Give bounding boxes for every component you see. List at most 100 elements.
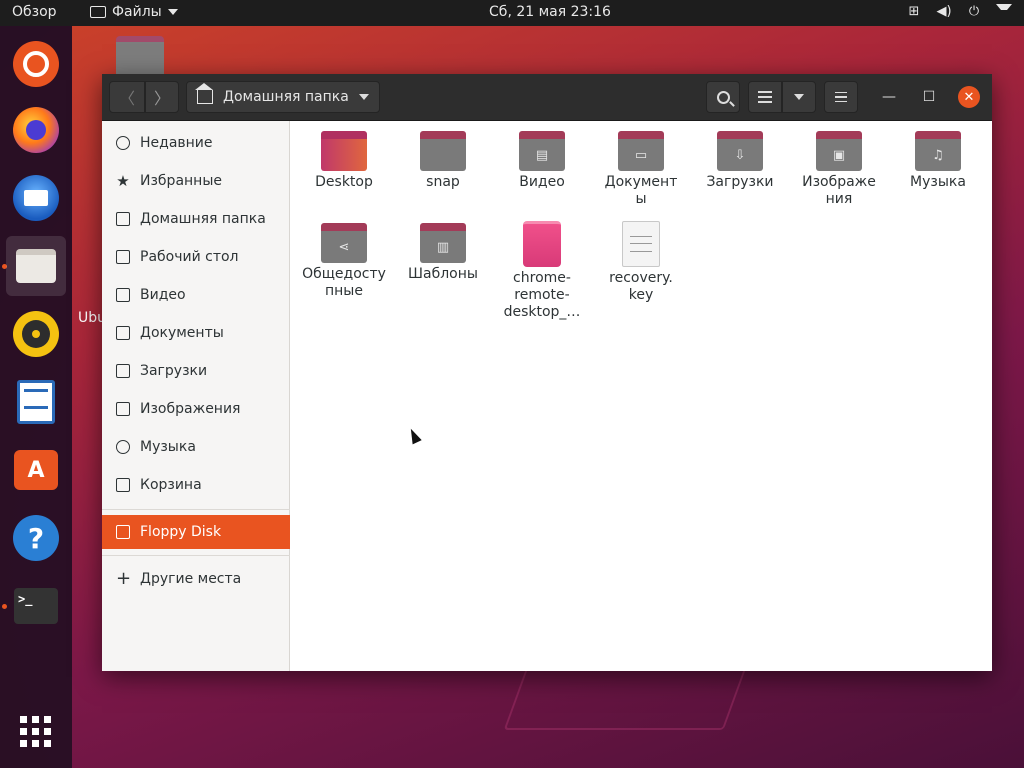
sidebar-item-label: Документы — [140, 325, 224, 341]
search-button[interactable] — [706, 81, 740, 113]
floppy-icon — [116, 525, 130, 539]
sidebar-item-videos[interactable]: Видео — [102, 278, 290, 312]
trash-icon — [116, 478, 130, 492]
ubuntu-icon — [13, 41, 59, 87]
file-label: Видео — [519, 174, 565, 190]
file-item-pictures[interactable]: ▣ Изображе ния — [791, 123, 887, 208]
power-icon[interactable]: ⏻ — [966, 4, 982, 20]
back-button[interactable]: 〈 — [109, 81, 145, 113]
dock-item-thunderbird[interactable] — [6, 168, 66, 228]
file-item-snap[interactable]: snap — [395, 123, 491, 191]
minimize-button[interactable]: — — [879, 87, 899, 107]
files-window: 〈 〉 Домашняя папка — ☐ ✕ Недавние ★ Избр… — [102, 74, 992, 671]
file-label: recovery. — [609, 270, 673, 286]
firefox-icon — [13, 107, 59, 153]
dock-item-terminal[interactable]: >_ — [6, 576, 66, 636]
text-file-icon — [622, 221, 660, 267]
network-icon[interactable]: ⊞ — [906, 4, 922, 20]
sidebar-item-label: Корзина — [140, 477, 202, 493]
file-label: desktop_… — [503, 304, 581, 320]
terminal-icon: >_ — [14, 588, 58, 624]
dock-item-rhythmbox[interactable] — [6, 304, 66, 364]
file-label: remote- — [514, 287, 570, 303]
file-grid[interactable]: Desktop snap ▤ Видео ▭ Документ ы ⇩ Загр… — [291, 121, 992, 671]
file-item-recovery-key[interactable]: recovery. key — [593, 215, 689, 304]
sidebar-item-pictures[interactable]: Изображения — [102, 392, 290, 426]
close-button[interactable]: ✕ — [958, 86, 980, 108]
show-apps-icon[interactable] — [20, 716, 52, 748]
sidebar-item-floppy[interactable]: Floppy Disk — [102, 515, 290, 549]
dock: A ? >_ — [0, 26, 72, 768]
dock-item-ubuntu[interactable] — [6, 34, 66, 94]
plus-icon: + — [116, 568, 132, 589]
file-item-desktop[interactable]: Desktop — [296, 123, 392, 191]
file-label: Загрузки — [706, 174, 774, 190]
music-folder-icon: ♫ — [915, 131, 961, 171]
deb-package-icon — [523, 221, 561, 267]
system-tray[interactable]: ⊞ ◀) ⏻ — [906, 4, 1012, 20]
dock-item-writer[interactable] — [6, 372, 66, 432]
view-mode-button[interactable] — [748, 81, 782, 113]
dock-item-files[interactable] — [6, 236, 66, 296]
file-item-chrome-remote-desktop[interactable]: chrome- remote- desktop_… — [494, 215, 590, 321]
sidebar-item-label: Видео — [140, 287, 186, 303]
sidebar-item-label: Floppy Disk — [140, 524, 222, 540]
image-icon — [116, 402, 130, 416]
file-label: key — [628, 287, 654, 303]
search-icon — [716, 90, 730, 104]
path-label: Домашняя папка — [223, 89, 349, 105]
file-label: Музыка — [910, 174, 966, 190]
sidebar-item-trash[interactable]: Корзина — [102, 468, 290, 502]
file-item-videos[interactable]: ▤ Видео — [494, 123, 590, 191]
file-label: Документ — [604, 174, 678, 190]
desktop-home-folder-icon[interactable] — [116, 36, 164, 78]
maximize-button[interactable]: ☐ — [919, 87, 939, 107]
main-menu-button[interactable] — [824, 81, 858, 113]
file-label: пные — [325, 283, 363, 299]
forward-button[interactable]: 〉 — [145, 81, 179, 113]
file-label: snap — [426, 174, 460, 190]
sidebar-item-label: Рабочий стол — [140, 249, 239, 265]
view-options-button[interactable] — [782, 81, 816, 113]
file-item-documents[interactable]: ▭ Документ ы — [593, 123, 689, 208]
sidebar-item-recent[interactable]: Недавние — [102, 126, 290, 160]
sidebar-item-label: Изображения — [140, 401, 241, 417]
chevron-down-icon[interactable] — [996, 4, 1012, 20]
star-icon: ★ — [116, 172, 130, 190]
file-item-templates[interactable]: ▥ Шаблоны — [395, 215, 491, 283]
clock[interactable]: Сб, 21 мая 23:16 — [0, 4, 1024, 20]
file-label: Шаблоны — [408, 266, 478, 282]
path-bar[interactable]: Домашняя папка — [186, 81, 380, 113]
sidebar-item-desktop[interactable]: Рабочий стол — [102, 240, 290, 274]
file-item-downloads[interactable]: ⇩ Загрузки — [692, 123, 788, 191]
templates-folder-icon: ▥ — [420, 223, 466, 263]
sidebar-item-starred[interactable]: ★ Избранные — [102, 164, 290, 198]
file-label: Общедосту — [302, 266, 386, 282]
list-view-icon — [758, 91, 772, 103]
dock-item-firefox[interactable] — [6, 100, 66, 160]
sidebar-item-other-locations[interactable]: + Другие места — [102, 562, 290, 596]
sidebar-item-downloads[interactable]: Загрузки — [102, 354, 290, 388]
file-item-music[interactable]: ♫ Музыка — [890, 123, 986, 191]
help-icon: ? — [13, 515, 59, 561]
sidebar: Недавние ★ Избранные Домашняя папка Рабо… — [102, 121, 290, 671]
volume-icon[interactable]: ◀) — [936, 4, 952, 20]
dock-item-help[interactable]: ? — [6, 508, 66, 568]
writer-icon — [17, 380, 55, 424]
dock-item-software[interactable]: A — [6, 440, 66, 500]
chevron-down-icon[interactable] — [359, 94, 369, 100]
sidebar-item-home[interactable]: Домашняя папка — [102, 202, 290, 236]
thunderbird-icon — [13, 175, 59, 221]
sidebar-item-label: Недавние — [140, 135, 213, 151]
file-item-public[interactable]: ⋖ Общедосту пные — [296, 215, 392, 300]
desktop-icon — [116, 250, 130, 264]
music-icon — [116, 440, 130, 454]
file-label: ния — [825, 191, 853, 207]
sidebar-item-label: Домашняя папка — [140, 211, 266, 227]
sidebar-separator — [102, 555, 290, 556]
pictures-folder-icon: ▣ — [816, 131, 862, 171]
sidebar-item-music[interactable]: Музыка — [102, 430, 290, 464]
sidebar-item-documents[interactable]: Документы — [102, 316, 290, 350]
menu-icon — [835, 92, 847, 102]
rhythmbox-icon — [13, 311, 59, 357]
